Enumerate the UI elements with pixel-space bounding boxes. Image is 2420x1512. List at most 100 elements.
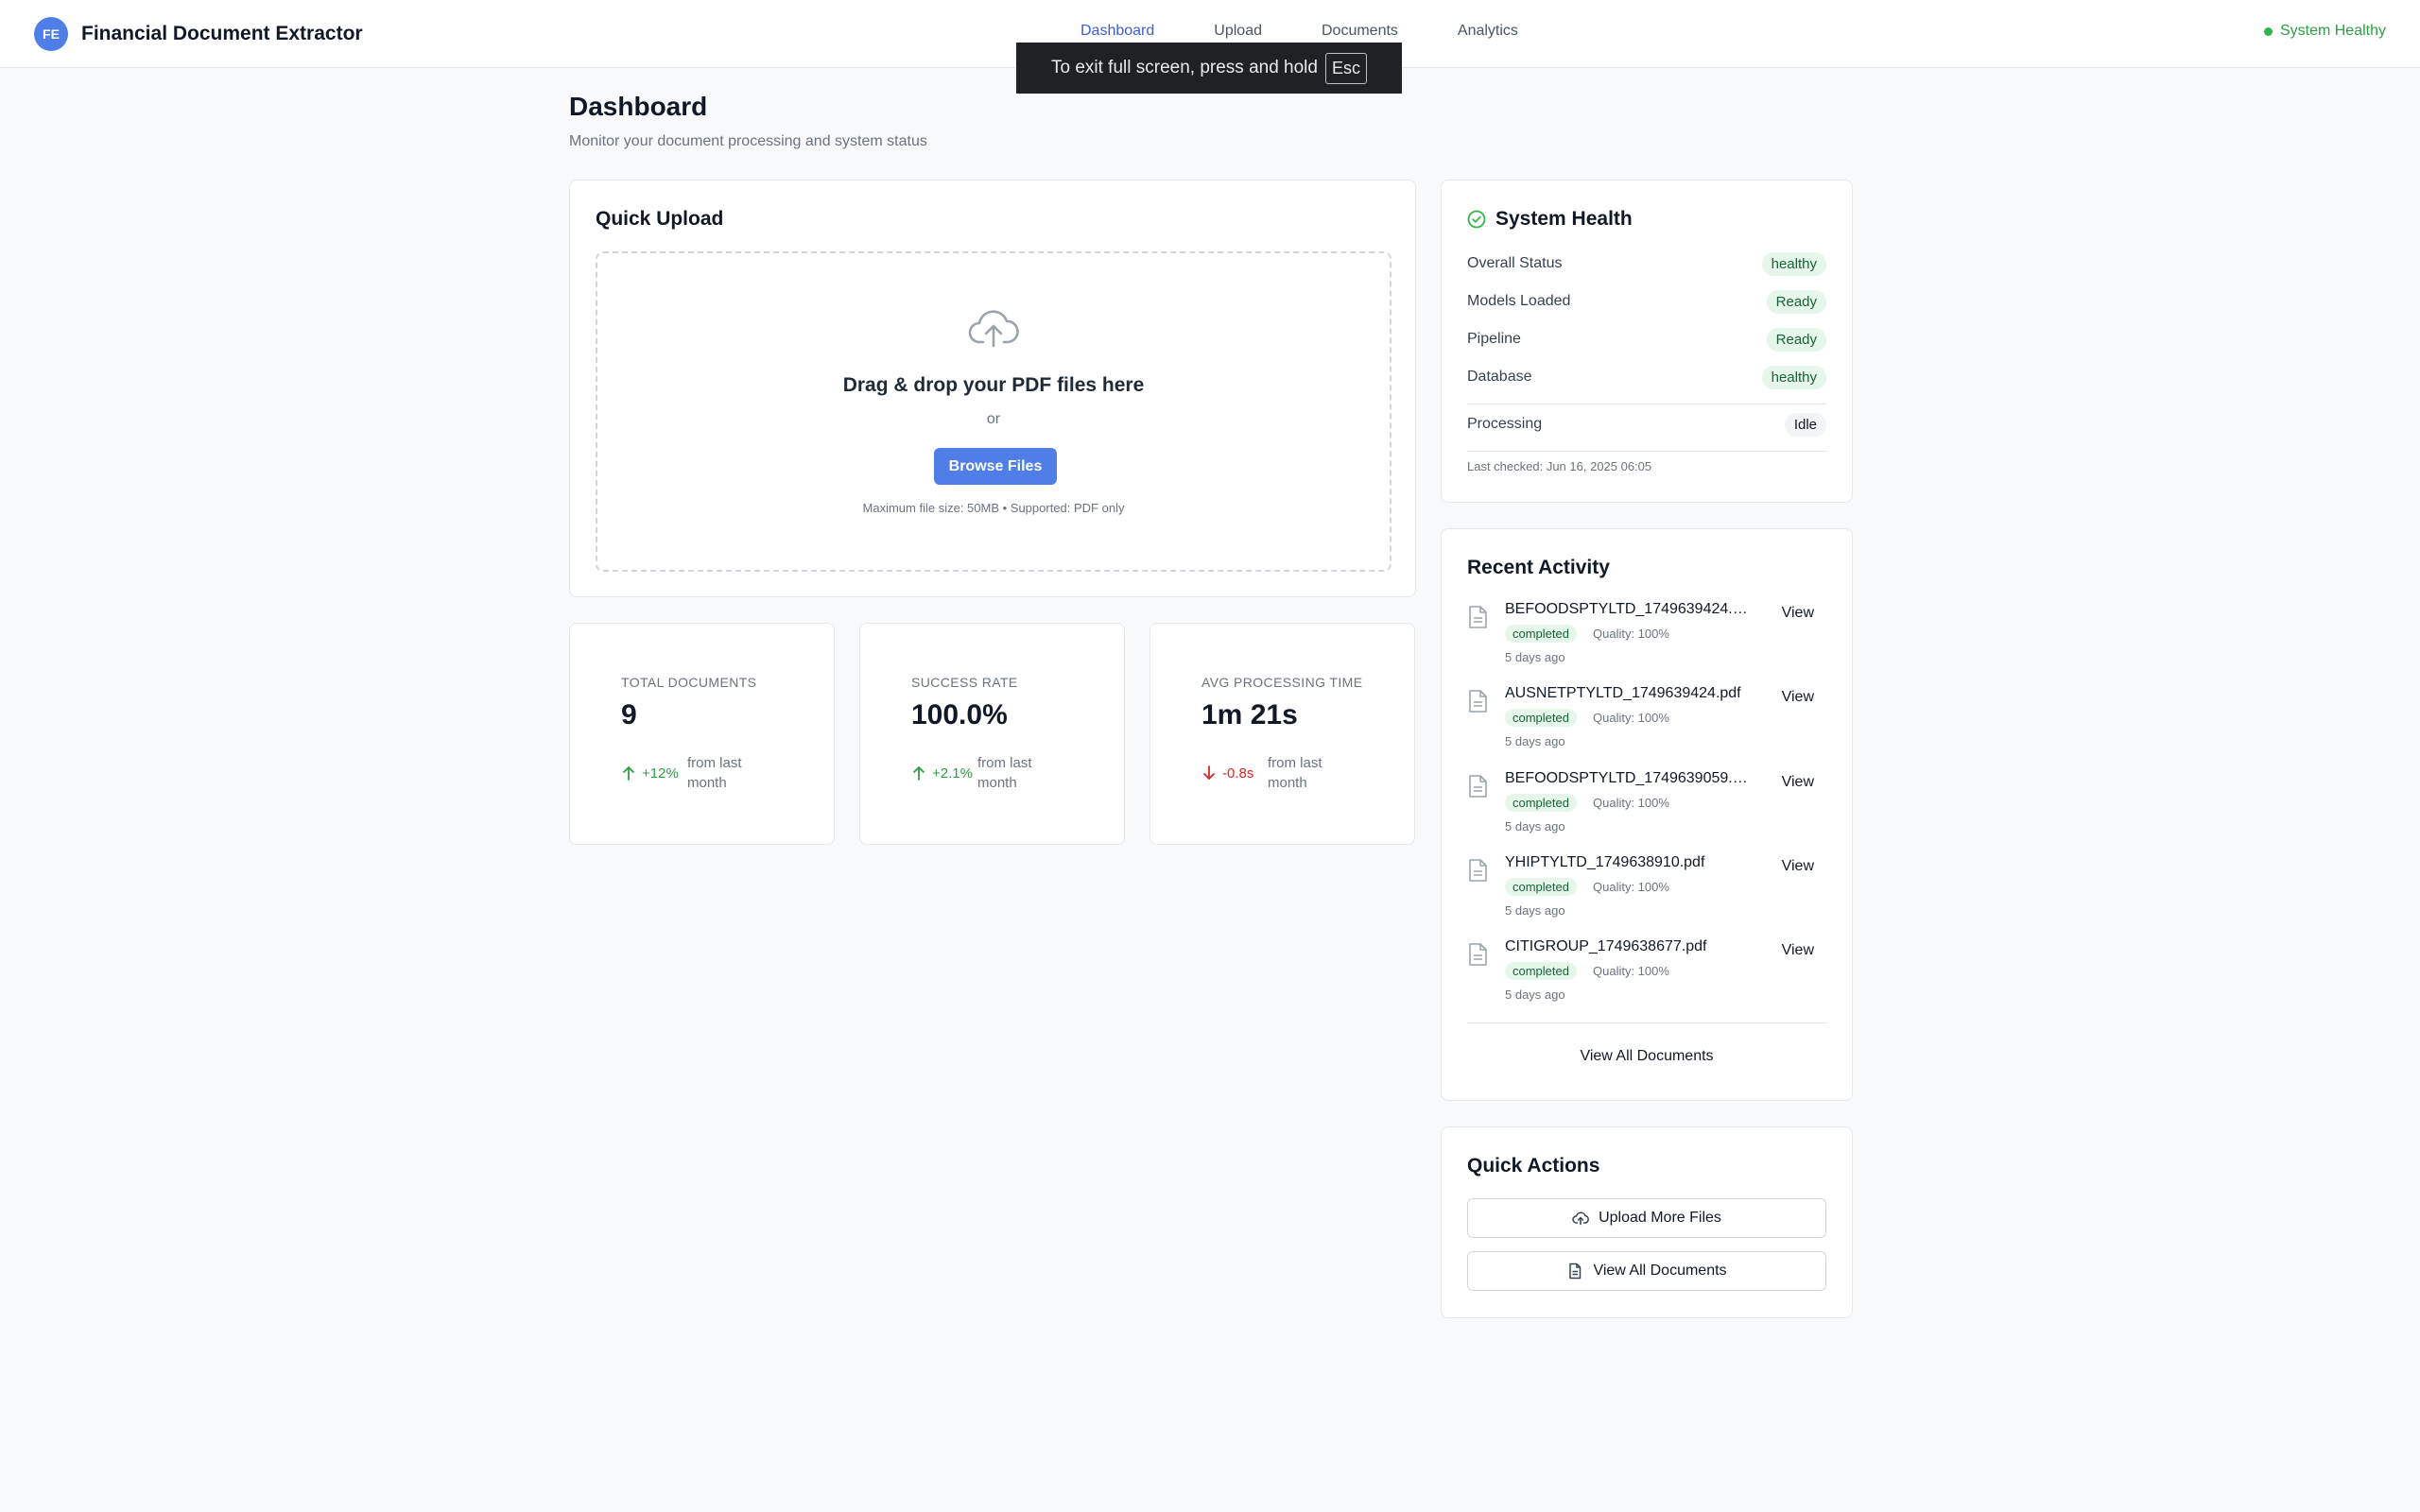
health-label: Overall Status bbox=[1467, 255, 1563, 271]
upload-more-files-button[interactable]: Upload More Files bbox=[1467, 1198, 1826, 1238]
activity-time: 5 days ago bbox=[1505, 988, 1565, 1002]
page-title: Dashboard bbox=[569, 92, 708, 121]
stat-trend: -0.8s from last month bbox=[1201, 753, 1353, 793]
trend-note: from last month bbox=[977, 755, 1032, 791]
activity-file-name[interactable]: CITIGROUP_1749638677.pdf bbox=[1505, 938, 1753, 955]
trend-value: +2.1% bbox=[932, 765, 973, 782]
cloud-upload-icon bbox=[1572, 1211, 1589, 1226]
health-label: Processing bbox=[1467, 416, 1543, 432]
browse-files-button[interactable]: Browse Files bbox=[934, 448, 1057, 485]
view-all-documents-label: View All Documents bbox=[1593, 1263, 1727, 1279]
activity-file-name[interactable]: AUSNETPTYLTD_1749639424.pdf bbox=[1505, 685, 1753, 702]
stat-trend: +12% from last month bbox=[621, 753, 772, 793]
health-row-overall-status: Overall Status healthy bbox=[1467, 250, 1826, 277]
dropzone-instruction: Drag & drop your PDF files here bbox=[842, 374, 1145, 396]
activity-file-name[interactable]: BEFOODSPTYLTD_1749639424.p... bbox=[1505, 601, 1753, 618]
stat-card-total-documents: TOTAL DOCUMENTS 9 +12% from last month bbox=[569, 623, 835, 845]
trend-note: from last month bbox=[1268, 755, 1322, 791]
file-icon bbox=[1569, 1263, 1582, 1280]
fullscreen-notice-text: To exit full screen, press and hold bbox=[1050, 58, 1318, 77]
health-row-models-loaded: Models Loaded Ready bbox=[1467, 288, 1826, 315]
view-document-button[interactable]: View bbox=[1782, 605, 1814, 622]
last-checked-timestamp: Last checked: Jun 16, 2025 06:05 bbox=[1467, 459, 1652, 473]
activity-quality: Quality: 100% bbox=[1593, 796, 1669, 810]
divider bbox=[1467, 451, 1826, 452]
activity-time: 5 days ago bbox=[1505, 903, 1565, 918]
file-icon bbox=[1469, 606, 1487, 628]
activity-time: 5 days ago bbox=[1505, 819, 1565, 833]
view-document-button[interactable]: View bbox=[1782, 774, 1814, 791]
stat-value: 100.0% bbox=[911, 699, 1008, 730]
trend-value: +12% bbox=[642, 765, 679, 782]
activity-item: BEFOODSPTYLTD_1749639059.p... completed … bbox=[1467, 770, 1826, 842]
status-badge: healthy bbox=[1761, 251, 1826, 276]
activity-quality: Quality: 100% bbox=[1593, 880, 1669, 894]
view-document-button[interactable]: View bbox=[1782, 689, 1814, 706]
activity-item: BEFOODSPTYLTD_1749639424.p... completed … bbox=[1467, 601, 1826, 673]
status-badge: Ready bbox=[1766, 327, 1826, 352]
status-badge: completed bbox=[1505, 794, 1577, 812]
arrow-up-icon bbox=[913, 766, 925, 781]
upload-limits-note: Maximum file size: 50MB • Supported: PDF… bbox=[862, 501, 1125, 515]
view-document-button[interactable]: View bbox=[1782, 942, 1814, 959]
page-subtitle: Monitor your document processing and sys… bbox=[569, 133, 927, 149]
brand-logo: FE bbox=[34, 17, 68, 51]
brand[interactable]: FE Financial Document Extractor bbox=[34, 17, 363, 51]
system-health-title: System Health bbox=[1495, 208, 1633, 230]
nav-dashboard[interactable]: Dashboard bbox=[1080, 23, 1154, 40]
activity-item: CITIGROUP_1749638677.pdf completed Quali… bbox=[1467, 938, 1826, 1010]
trend-value: -0.8s bbox=[1222, 765, 1254, 782]
activity-file-name[interactable]: BEFOODSPTYLTD_1749639059.p... bbox=[1505, 770, 1753, 787]
nav-documents[interactable]: Documents bbox=[1322, 23, 1398, 40]
stat-trend: +2.1% from last month bbox=[911, 753, 1063, 793]
main-nav: Dashboard Upload Documents Analytics bbox=[1080, 23, 1578, 40]
health-row-processing: Processing Idle bbox=[1467, 411, 1826, 438]
nav-analytics[interactable]: Analytics bbox=[1458, 23, 1518, 40]
status-dot-icon bbox=[2263, 26, 2273, 36]
status-badge: completed bbox=[1505, 962, 1577, 980]
arrow-down-icon bbox=[1203, 765, 1215, 780]
health-label: Models Loaded bbox=[1467, 293, 1571, 309]
system-health-card: System Health Overall Status healthy Mod… bbox=[1441, 180, 1853, 503]
nav-upload[interactable]: Upload bbox=[1214, 23, 1262, 40]
stat-label: SUCCESS RATE bbox=[911, 675, 1018, 690]
view-all-documents-link[interactable]: View All Documents bbox=[1442, 1048, 1852, 1065]
dropzone-or: or bbox=[986, 411, 1001, 427]
file-icon bbox=[1469, 690, 1487, 713]
stat-label: AVG PROCESSING TIME bbox=[1201, 675, 1363, 690]
status-badge: completed bbox=[1505, 709, 1577, 727]
file-dropzone[interactable]: Drag & drop your PDF files here or Brows… bbox=[596, 251, 1392, 572]
quick-upload-title: Quick Upload bbox=[596, 208, 724, 230]
activity-time: 5 days ago bbox=[1505, 734, 1565, 748]
status-badge: Idle bbox=[1784, 412, 1826, 437]
app-name: Financial Document Extractor bbox=[81, 23, 363, 44]
quick-upload-card: Quick Upload Drag & drop your PDF files … bbox=[569, 180, 1416, 597]
arrow-up-icon bbox=[623, 766, 634, 781]
quick-actions-card: Quick Actions Upload More Files View All… bbox=[1441, 1126, 1853, 1318]
cloud-upload-icon bbox=[968, 310, 1019, 348]
status-badge: completed bbox=[1505, 625, 1577, 643]
check-circle-icon bbox=[1467, 210, 1486, 229]
activity-file-name[interactable]: YHIPTYLTD_1749638910.pdf bbox=[1505, 854, 1753, 871]
upload-more-files-label: Upload More Files bbox=[1599, 1210, 1721, 1226]
view-all-documents-button[interactable]: View All Documents bbox=[1467, 1251, 1826, 1291]
recent-activity-title: Recent Activity bbox=[1467, 557, 1610, 578]
system-health-header: System Health bbox=[1467, 208, 1633, 231]
activity-quality: Quality: 100% bbox=[1593, 711, 1669, 725]
stat-card-avg-processing-time: AVG PROCESSING TIME 1m 21s -0.8s from la… bbox=[1150, 623, 1415, 845]
system-status-text: System Healthy bbox=[2279, 23, 2386, 39]
trend-note: from last month bbox=[687, 755, 742, 791]
status-badge: Ready bbox=[1766, 289, 1826, 314]
health-label: Database bbox=[1467, 369, 1532, 385]
health-row-database: Database healthy bbox=[1467, 364, 1826, 390]
fullscreen-exit-notice: To exit full screen, press and hold Esc bbox=[1016, 43, 1402, 94]
view-document-button[interactable]: View bbox=[1782, 858, 1814, 875]
activity-quality: Quality: 100% bbox=[1593, 627, 1669, 641]
quick-actions-title: Quick Actions bbox=[1467, 1155, 1600, 1177]
activity-time: 5 days ago bbox=[1505, 650, 1565, 664]
health-label: Pipeline bbox=[1467, 331, 1521, 347]
file-icon bbox=[1469, 775, 1487, 798]
esc-key-hint: Esc bbox=[1324, 52, 1367, 84]
stat-value: 1m 21s bbox=[1201, 699, 1298, 730]
status-badge: healthy bbox=[1761, 365, 1826, 389]
